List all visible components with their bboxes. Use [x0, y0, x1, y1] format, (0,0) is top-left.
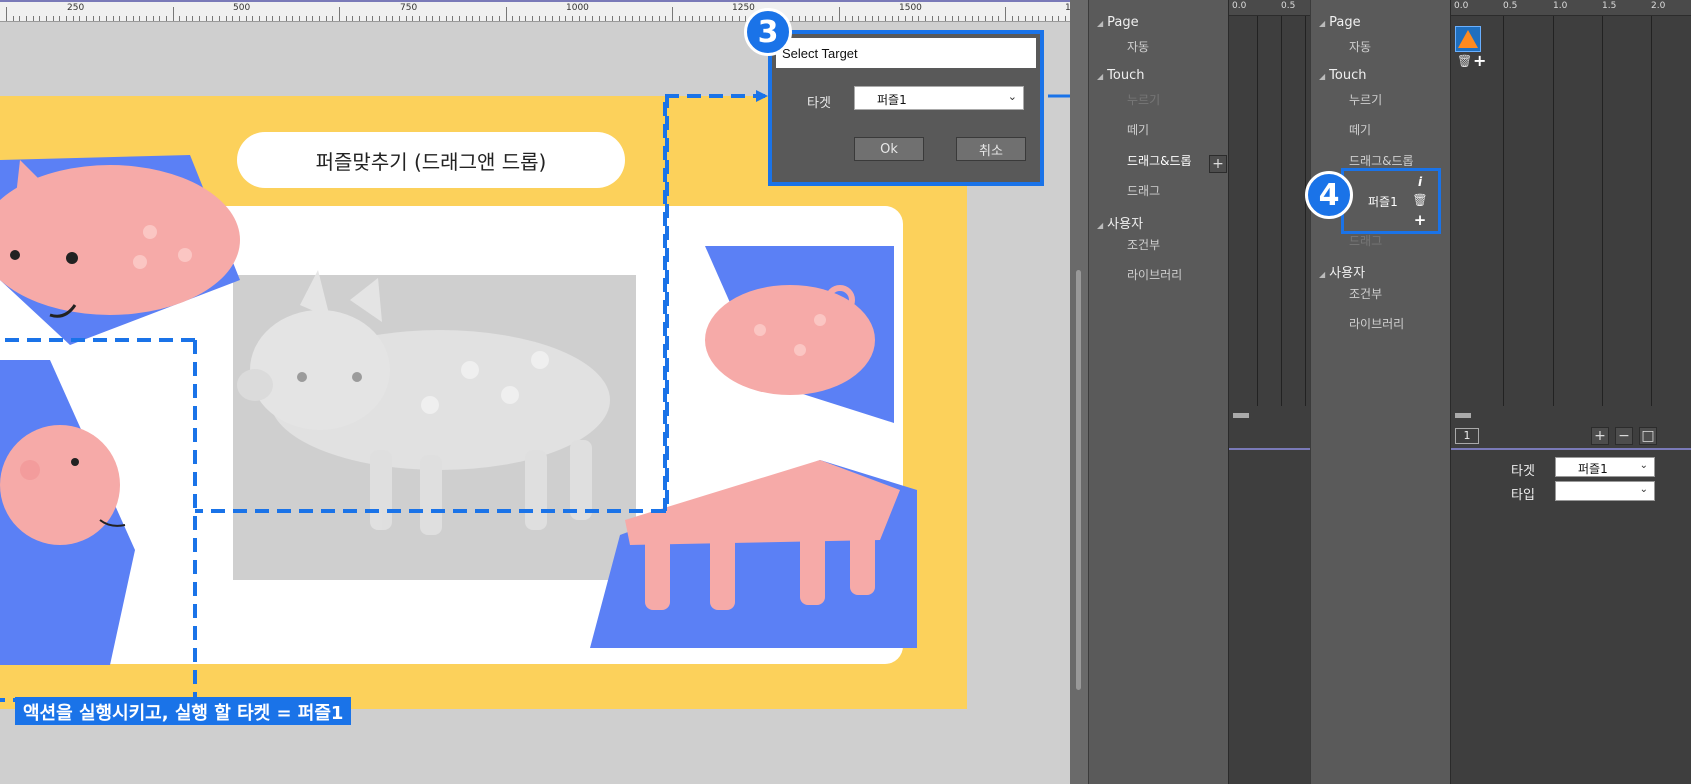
- child-item-highlight[interactable]: 퍼즐1 i 🗑 +: [1341, 168, 1441, 234]
- timeline-ruler: 0.0 0.5 1.0 1.5 2.0: [1451, 0, 1691, 16]
- timeline-label: 0.0: [1454, 1, 1469, 11]
- group-label: Touch: [1107, 68, 1145, 83]
- timeline-label: 0.0: [1232, 1, 1247, 11]
- timeline-panel-b[interactable]: 0.0 0.5 1.0 1.5 2.0 🗑 + 1 + − □ 타겟 퍼즐1 ⌄…: [1450, 0, 1691, 784]
- dialog-title: Select Target: [776, 38, 1036, 68]
- tree-item-conditional[interactable]: 조건부: [1127, 236, 1160, 253]
- select-target-dialog[interactable]: Select Target 타겟 퍼즐1 ⌄ Ok 취소: [768, 30, 1044, 186]
- add-icon[interactable]: +: [1591, 427, 1609, 445]
- child-item-label: 퍼즐1: [1368, 195, 1398, 209]
- dialog-target-select[interactable]: 퍼즐1 ⌄: [854, 86, 1024, 110]
- tree-group-user[interactable]: ◢ 사용자: [1097, 213, 1143, 232]
- puzzle-piece-head: [0, 155, 240, 345]
- timeline-label: 1.0: [1553, 1, 1568, 11]
- tree-item-auto[interactable]: 자동: [1349, 38, 1371, 55]
- scrollbar-thumb[interactable]: [1076, 270, 1081, 690]
- timeline-scroll-handle[interactable]: [1455, 413, 1471, 418]
- timeline-divider: [1451, 448, 1691, 450]
- info-icon[interactable]: i: [1412, 175, 1428, 189]
- group-label: Page: [1107, 15, 1139, 30]
- square-icon[interactable]: □: [1639, 427, 1657, 445]
- timeline-panel-a[interactable]: 0.0 0.5: [1228, 0, 1311, 784]
- puzzle-piece-tail: [705, 246, 894, 423]
- chevron-down-icon: ⌄: [1639, 484, 1648, 495]
- tree-item-conditional[interactable]: 조건부: [1349, 285, 1382, 302]
- group-label: Page: [1329, 15, 1361, 30]
- tree-group-touch[interactable]: ◢ Touch: [1319, 68, 1366, 83]
- puzzle-piece-legs: [590, 460, 917, 648]
- timeline-label: 0.5: [1281, 1, 1296, 11]
- frame-number[interactable]: 1: [1455, 428, 1479, 444]
- step-badge-4: 4: [1305, 171, 1353, 219]
- event-tree-panel: ◢ Page 자동 ◢ Touch 누르기 떼기 드래그&드롭 + 드래그 ◢ 사용자…: [1088, 0, 1228, 784]
- property-type-label: 타입: [1511, 488, 1535, 503]
- timeline-divider: [1229, 448, 1311, 450]
- timeline-label: 0.5: [1503, 1, 1518, 11]
- tree-item-library[interactable]: 라이브러리: [1349, 315, 1404, 332]
- tree-item-press[interactable]: 누르기: [1127, 91, 1160, 108]
- property-target-select[interactable]: 퍼즐1 ⌄: [1555, 457, 1655, 477]
- timeline-scroll-handle[interactable]: [1233, 413, 1249, 418]
- chevron-down-icon: ⌄: [1639, 460, 1648, 471]
- tree-group-user[interactable]: ◢ 사용자: [1319, 262, 1365, 281]
- trash-icon[interactable]: 🗑: [1457, 54, 1472, 68]
- group-label: 사용자: [1107, 217, 1144, 232]
- tree-item-library[interactable]: 라이브러리: [1127, 266, 1182, 283]
- tree-group-page[interactable]: ◢ Page: [1319, 15, 1361, 30]
- timeline-label: 1.5: [1602, 1, 1617, 11]
- add-icon[interactable]: +: [1473, 51, 1486, 70]
- instruction-caption: 액션을 실행시키고, 실행 할 타켓 = 퍼즐1: [15, 697, 352, 725]
- tree-item-press[interactable]: 누르기: [1349, 91, 1382, 108]
- tree-item-drag-drop[interactable]: 드래그&드롭: [1349, 152, 1414, 169]
- tree-item-release[interactable]: 떼기: [1349, 121, 1371, 138]
- step-badge-3: 3: [744, 8, 792, 56]
- ghost-pig-image: [237, 270, 610, 535]
- tree-group-page[interactable]: ◢ Page: [1097, 15, 1139, 30]
- add-icon[interactable]: +: [1412, 211, 1428, 229]
- puzzle-piece-snout: [0, 360, 135, 665]
- tree-item-drag-drop[interactable]: 드래그&드롭: [1127, 152, 1192, 169]
- group-label: 사용자: [1329, 266, 1366, 281]
- timeline-ruler: 0.0 0.5: [1229, 0, 1311, 16]
- ok-button[interactable]: Ok: [854, 137, 924, 161]
- cancel-button[interactable]: 취소: [956, 137, 1026, 161]
- property-type-select[interactable]: ⌄: [1555, 481, 1655, 501]
- add-icon[interactable]: +: [1209, 155, 1227, 173]
- tree-item-auto[interactable]: 자동: [1127, 38, 1149, 55]
- event-tree-panel-expanded: ◢ Page 자동 ◢ Touch 누르기 떼기 드래그&드롭 드래그 ◢ 사용자 조…: [1310, 0, 1450, 784]
- property-target-value: 퍼즐1: [1578, 462, 1608, 476]
- warning-icon: [1458, 30, 1478, 48]
- selection-outline: [663, 94, 669, 513]
- tree-item-drag[interactable]: 드래그: [1349, 232, 1382, 249]
- action-marker[interactable]: [1455, 26, 1481, 52]
- timeline-label: 2.0: [1651, 1, 1666, 11]
- group-label: Touch: [1329, 68, 1367, 83]
- dialog-target-value: 퍼즐1: [877, 93, 907, 107]
- minus-icon[interactable]: −: [1615, 427, 1633, 445]
- trash-icon[interactable]: 🗑: [1412, 193, 1428, 207]
- tree-item-drag[interactable]: 드래그: [1127, 182, 1160, 199]
- tree-group-touch[interactable]: ◢ Touch: [1097, 68, 1144, 83]
- dialog-target-label: 타겟: [807, 96, 831, 111]
- property-target-label: 타겟: [1511, 464, 1535, 479]
- chevron-down-icon: ⌄: [1007, 90, 1017, 103]
- tree-item-release[interactable]: 떼기: [1127, 121, 1149, 138]
